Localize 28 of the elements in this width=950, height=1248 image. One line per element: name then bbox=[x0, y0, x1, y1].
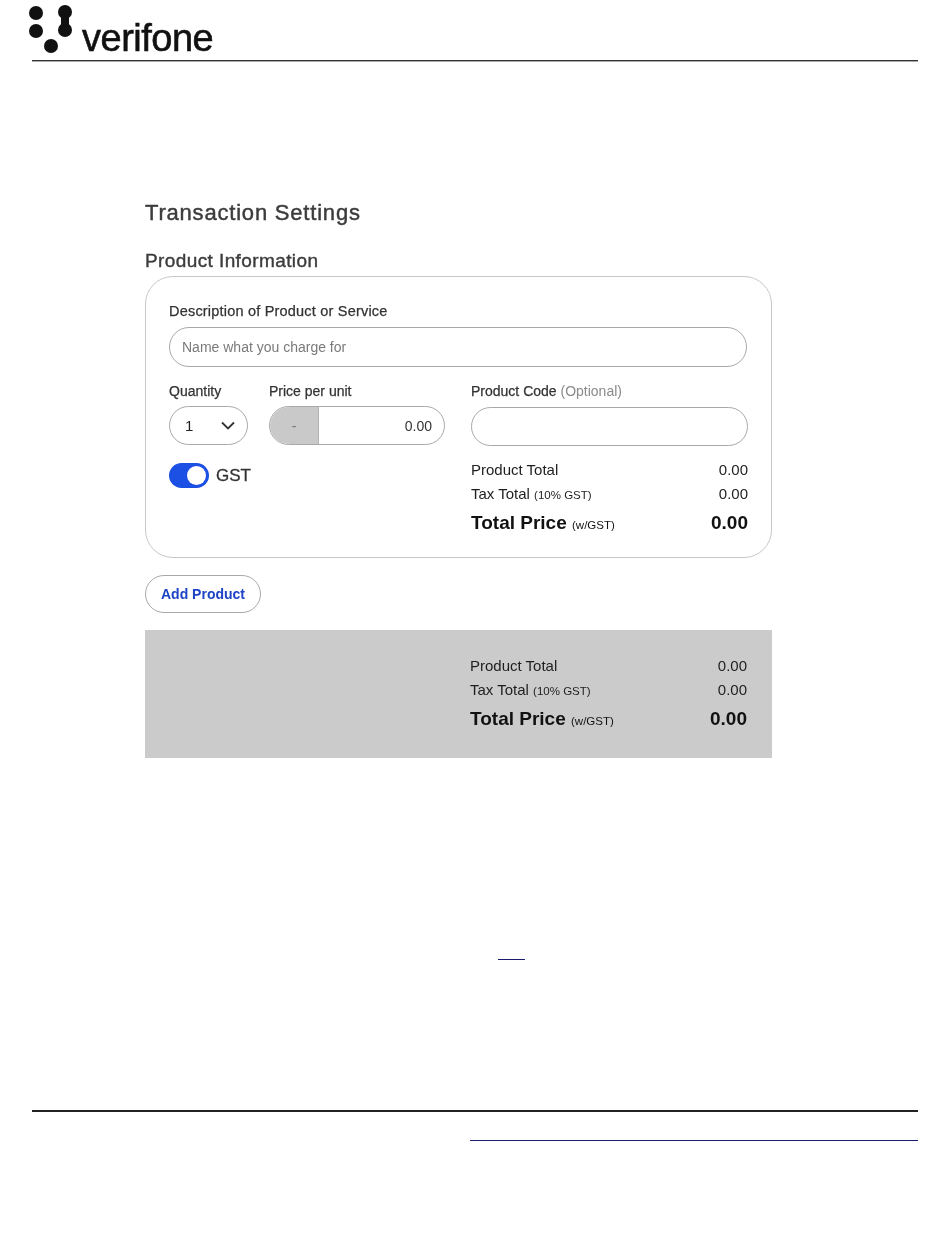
section-title: Product Information bbox=[145, 250, 319, 272]
gst-toggle[interactable] bbox=[169, 463, 209, 488]
field-label: Product Code (Optional) bbox=[471, 382, 622, 400]
logo-wordmark: verifone bbox=[82, 23, 214, 53]
add-product-button[interactable]: Add Product bbox=[145, 575, 261, 613]
total-label: Tax Total (10% GST) bbox=[470, 681, 591, 699]
price-prefix: - bbox=[270, 407, 319, 444]
field-label: Quantity bbox=[169, 382, 222, 400]
total-value: 0.00 bbox=[711, 510, 748, 534]
description-field[interactable]: Name what you charge for bbox=[169, 327, 747, 367]
total-label: Total Price (w/GST) bbox=[471, 510, 615, 534]
price-field[interactable]: - 0.00 bbox=[269, 406, 445, 445]
total-value: 0.00 bbox=[718, 485, 748, 503]
total-value: 0.00 bbox=[717, 681, 747, 699]
total-value: 0.00 bbox=[718, 461, 748, 479]
page-title: Transaction Settings bbox=[145, 200, 361, 226]
chevron-down-icon bbox=[221, 421, 235, 430]
quantity-select[interactable]: 1 bbox=[169, 406, 248, 445]
total-value: 0.00 bbox=[710, 706, 747, 730]
total-value: 0.00 bbox=[717, 657, 747, 675]
total-label: Product Total bbox=[471, 461, 559, 479]
total-label: Total Price (w/GST) bbox=[470, 706, 614, 730]
field-label: Price per unit bbox=[269, 382, 352, 400]
total-label: Tax Total (10% GST) bbox=[471, 485, 592, 503]
field-label: Description of Product or Service bbox=[169, 302, 388, 320]
total-label: Product Total bbox=[470, 657, 558, 675]
product-code-field[interactable] bbox=[471, 407, 748, 446]
toggle-label: GST bbox=[216, 465, 251, 486]
